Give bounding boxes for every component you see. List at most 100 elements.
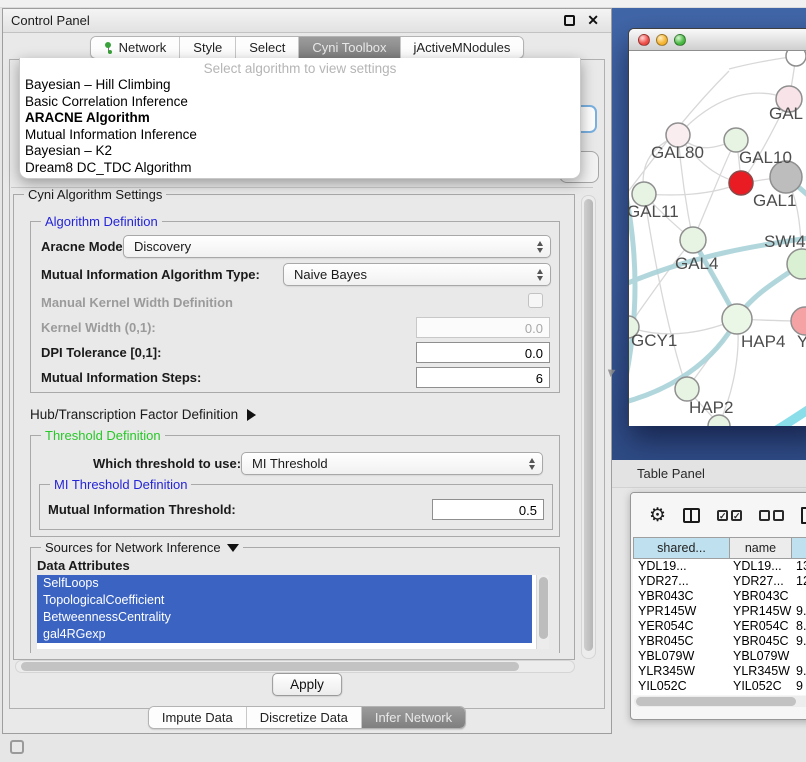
table-cell[interactable]: YPR145W [633, 604, 730, 619]
node-label: Y [797, 332, 806, 351]
hub-tf-section-toggle[interactable]: Hub/Transcription Factor Definition [30, 407, 256, 422]
table-cell[interactable]: YDR27... [730, 574, 792, 589]
column-header-shared-name[interactable]: shared... [633, 537, 730, 559]
network-node-gal4[interactable] [680, 227, 706, 253]
tab-infer-network[interactable]: Infer Network [361, 707, 465, 728]
table-row[interactable]: YBR045CYBR045C9. [633, 634, 806, 649]
table-row[interactable]: YPR145WYPR145W9. [633, 604, 806, 619]
algorithm-option[interactable]: Mutual Information Inference [20, 127, 580, 144]
table-cell[interactable]: 9. [792, 664, 806, 679]
tab-jactivemnodules[interactable]: jActiveMNodules [400, 37, 524, 58]
table-cell[interactable]: 12 [792, 574, 806, 589]
kernel-width-field[interactable] [416, 317, 550, 338]
tab-network[interactable]: Network [91, 37, 180, 58]
network-node-gal1[interactable] [729, 171, 753, 195]
dpi-tolerance-field[interactable] [416, 342, 550, 363]
table-cell[interactable]: 8. [792, 619, 806, 634]
table-row[interactable]: YDR27...YDR27...12 [633, 574, 806, 589]
table-row[interactable]: YBL079WYBL079W [633, 649, 806, 664]
table-cell[interactable]: YLR345W [730, 664, 792, 679]
network-graph: GAL GAL80 GAL10 GAL1 GAL11 SWI4 GAL4 GCY… [629, 51, 806, 426]
table-cell[interactable]: YDL19... [730, 559, 792, 574]
table-row[interactable]: YIL052CYIL052C9 [633, 679, 806, 694]
mi-steps-field[interactable] [416, 367, 550, 388]
sources-group-title[interactable]: Sources for Network Inference [41, 540, 243, 555]
table-cell[interactable] [792, 649, 806, 664]
table-cell[interactable]: 13 [792, 559, 806, 574]
table-row[interactable]: YDL19...YDL19...13 [633, 559, 806, 574]
table-cell[interactable]: YBL079W [633, 649, 730, 664]
table-row[interactable]: YBR043CYBR043C [633, 589, 806, 604]
close-icon[interactable]: ✕ [587, 12, 599, 28]
table-panel-title: Table Panel [637, 466, 705, 481]
gear-icon[interactable]: ⚙ [649, 506, 666, 525]
float-window-icon[interactable] [564, 15, 575, 26]
table-cell[interactable]: YBR045C [633, 634, 730, 649]
table-row[interactable]: YER054CYER054C8. [633, 619, 806, 634]
tab-impute-data[interactable]: Impute Data [149, 707, 246, 728]
clear-checkboxes-icon[interactable] [759, 510, 784, 521]
node-label: GAL4 [675, 254, 718, 273]
table-cell[interactable]: YBR043C [730, 589, 792, 604]
table-cell[interactable]: YBL079W [730, 649, 792, 664]
apply-button[interactable]: Apply [272, 673, 342, 696]
algorithm-option-selected[interactable]: ARACNE Algorithm [20, 110, 580, 127]
table-row[interactable]: YLR345WYLR345W9. [633, 664, 806, 679]
table-cell[interactable]: YPR145W [730, 604, 792, 619]
algorithm-option[interactable]: Basic Correlation Inference [20, 94, 580, 111]
algorithm-option[interactable]: Bayesian – K2 [20, 143, 580, 160]
attribute-item-selected[interactable]: gal4RGexp [37, 626, 532, 643]
mi-algorithm-type-combobox[interactable]: Naive Bayes [283, 263, 551, 286]
tab-cyni-toolbox[interactable]: Cyni Toolbox [298, 37, 399, 58]
close-traffic-light-icon[interactable] [638, 34, 650, 46]
algorithm-option[interactable]: Bayesian – Hill Climbing [20, 77, 580, 94]
network-canvas[interactable]: GAL GAL80 GAL10 GAL1 GAL11 SWI4 GAL4 GCY… [629, 51, 806, 426]
columns-icon[interactable] [683, 508, 700, 523]
zoom-traffic-light-icon[interactable] [674, 34, 686, 46]
tab-select[interactable]: Select [235, 37, 298, 58]
column-header-name[interactable]: name [730, 537, 792, 559]
attribute-item-selected[interactable]: BetweennessCentrality [37, 609, 532, 626]
algorithm-option[interactable]: Dream8 DC_TDC Algorithm [20, 160, 580, 177]
network-node[interactable] [786, 51, 806, 66]
document-icon[interactable] [801, 507, 806, 524]
tab-discretize-data[interactable]: Discretize Data [246, 707, 361, 728]
minimize-traffic-light-icon[interactable] [656, 34, 668, 46]
tab-style[interactable]: Style [179, 37, 235, 58]
algorithm-definition-group: Algorithm Definition Aracne Mode: Discov… [30, 221, 560, 393]
manual-kernel-label: Manual Kernel Width Definition [41, 295, 233, 310]
table-cell[interactable]: YER054C [633, 619, 730, 634]
attributes-scrollbar[interactable] [536, 575, 549, 649]
attribute-item-selected[interactable]: SelfLoops [37, 575, 532, 592]
table-cell[interactable]: YLR345W [633, 664, 730, 679]
table-horizontal-scrollbar[interactable] [634, 696, 806, 707]
table-cell[interactable]: YIL052C [730, 679, 792, 694]
which-threshold-combobox[interactable]: MI Threshold [241, 452, 543, 475]
settings-horizontal-scrollbar[interactable] [15, 660, 575, 673]
network-node-salmon[interactable] [791, 307, 806, 335]
table-cell[interactable]: 9. [792, 634, 806, 649]
select-all-checkboxes-icon[interactable]: ✓✓ [717, 510, 742, 521]
table-cell[interactable]: YIL052C [633, 679, 730, 694]
aracne-mode-combobox[interactable]: Discovery [123, 235, 551, 258]
table-cell[interactable]: YBR045C [730, 634, 792, 649]
network-desktop: GAL GAL80 GAL10 GAL1 GAL11 SWI4 GAL4 GCY… [612, 8, 806, 460]
column-header-clipped[interactable] [792, 537, 806, 559]
mi-threshold-field[interactable] [432, 499, 544, 520]
table-cell[interactable]: 9 [792, 679, 806, 694]
node-label: SWI4 [764, 232, 806, 251]
table-panel-titlebar: Table Panel [612, 460, 806, 488]
network-node-hap4[interactable] [722, 304, 752, 334]
table-cell[interactable]: YDR27... [633, 574, 730, 589]
network-window-titlebar [629, 29, 806, 51]
table-cell[interactable]: YDL19... [633, 559, 730, 574]
table-cell[interactable]: YER054C [730, 619, 792, 634]
settings-vertical-scrollbar[interactable] [581, 195, 596, 659]
table-cell[interactable]: 9. [792, 604, 806, 619]
panel-toggle-icon[interactable] [10, 740, 24, 754]
manual-kernel-checkbox[interactable] [528, 293, 543, 308]
table-cell[interactable]: YBR043C [633, 589, 730, 604]
collapsed-arrow-icon [247, 409, 256, 421]
attribute-item-selected[interactable]: TopologicalCoefficient [37, 592, 532, 609]
table-cell[interactable] [792, 589, 806, 604]
